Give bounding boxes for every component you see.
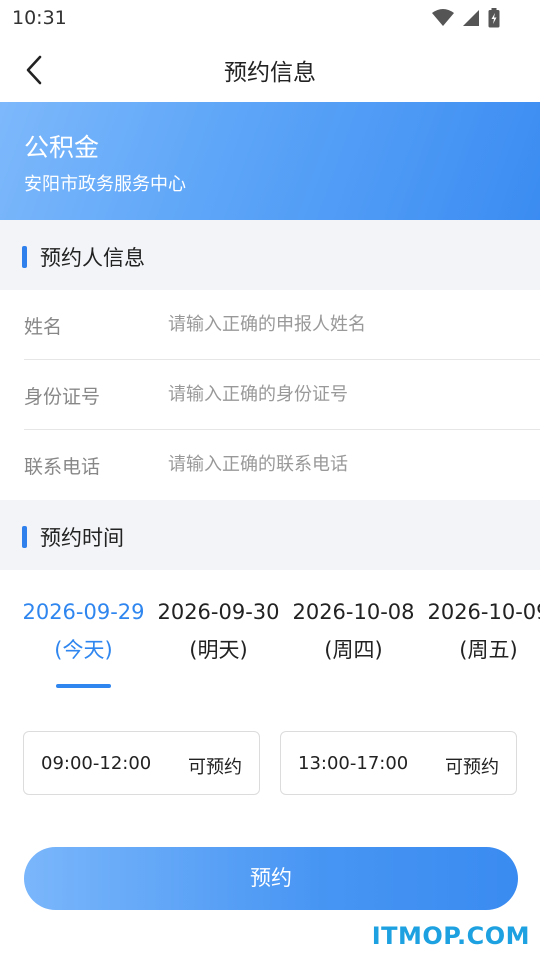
battery-icon: [488, 8, 500, 28]
site-watermark: ITMOP.COM: [371, 922, 530, 950]
page-title: 预约信息: [224, 60, 316, 86]
section-title: 预约人信息: [40, 246, 145, 270]
wifi-icon: [432, 9, 454, 26]
status-icons: [432, 8, 500, 28]
form-row-id: 身份证号: [0, 360, 540, 430]
id-number-input[interactable]: [168, 374, 528, 414]
id-number-label: 身份证号: [24, 386, 101, 408]
submit-appointment-button[interactable]: 预约: [24, 847, 518, 910]
date-tab-tomorrow[interactable]: 2026-09-30 (明天): [151, 600, 286, 664]
time-slot-afternoon[interactable]: 13:00-17:00 可预约: [280, 731, 517, 795]
section-title: 预约时间: [40, 526, 124, 550]
app-bar: 预约信息: [0, 36, 540, 102]
slot-status: 可预约: [188, 757, 242, 778]
service-banner: 公积金 安阳市政务服务中心: [0, 102, 540, 220]
date-tab-weekday: (明天): [189, 638, 248, 662]
date-tab-weekday: (周五): [459, 638, 518, 662]
date-tab-date: 2026-09-29: [22, 600, 145, 624]
slot-time: 13:00-17:00: [298, 753, 409, 774]
banner-subtitle: 安阳市政务服务中心: [24, 174, 186, 195]
date-tab-weekday: (今天): [54, 638, 113, 662]
status-time: 10:31: [12, 7, 67, 29]
date-tab-thursday[interactable]: 2026-10-08 (周四): [286, 600, 421, 664]
time-slot-morning[interactable]: 09:00-12:00 可预约: [23, 731, 260, 795]
name-label: 姓名: [24, 316, 63, 338]
slot-time: 09:00-12:00: [41, 753, 152, 774]
date-tab-today[interactable]: 2026-09-29 (今天): [16, 600, 151, 664]
date-tab-friday[interactable]: 2026-10-09 (周五): [421, 600, 540, 664]
section-accent-bar: [22, 526, 27, 548]
slot-status: 可预约: [445, 757, 499, 778]
phone-label: 联系电话: [24, 456, 101, 478]
status-bar: 10:31: [0, 0, 540, 36]
phone-input[interactable]: [168, 444, 528, 484]
name-input[interactable]: [168, 304, 528, 344]
section-appointment-time: 预约时间: [0, 500, 540, 570]
tab-indicator: [56, 684, 111, 688]
section-accent-bar: [22, 246, 27, 268]
banner-title: 公积金: [24, 133, 100, 162]
date-tabs: 2026-09-29 (今天) 2026-09-30 (明天) 2026-10-…: [0, 570, 540, 700]
signal-icon: [463, 10, 479, 26]
form-row-name: 姓名: [0, 290, 540, 360]
date-tab-date: 2026-09-30: [157, 600, 280, 624]
date-tab-date: 2026-10-09: [427, 600, 540, 624]
date-tab-weekday: (周四): [324, 638, 383, 662]
date-tab-date: 2026-10-08: [292, 600, 415, 624]
form-row-phone: 联系电话: [0, 430, 540, 500]
section-person-info: 预约人信息: [0, 220, 540, 290]
